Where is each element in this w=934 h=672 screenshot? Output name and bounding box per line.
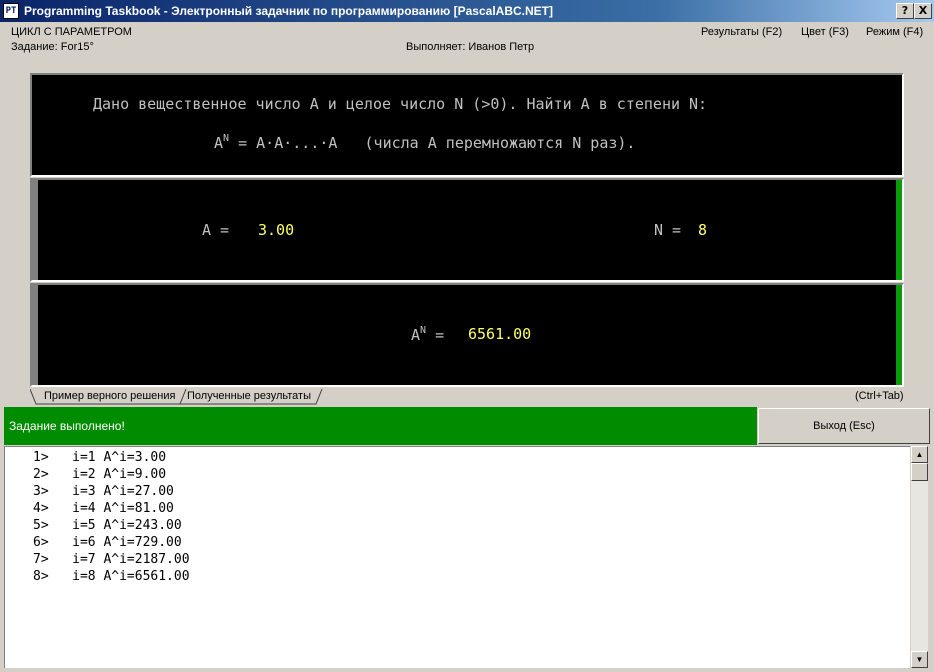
log-line: 7> i=7 A^i=2187.00 [33,552,190,567]
log-line: 6> i=6 A^i=729.00 [33,535,182,550]
menu-color[interactable]: Цвет (F3) [801,26,849,38]
log-line: 8> i=8 A^i=6561.00 [33,569,190,584]
task-name: Задание: For15° [11,41,94,53]
output-value: 6561.00 [468,325,532,343]
menu-mode[interactable]: Режим (F4) [866,26,923,38]
task-group-title: ЦИКЛ С ПАРАМЕТРОМ [11,26,132,38]
log-line: 4> i=4 A^i=81.00 [33,501,174,516]
close-button[interactable]: X [914,3,932,19]
log-line: 5> i=5 A^i=243.00 [33,518,182,533]
exit-button[interactable]: Выход (Esc) [758,408,930,444]
input-n-label: N = [654,221,682,239]
panel-right-strip [896,180,902,280]
status-message: Задание выполнено! [9,419,125,433]
panel-right-strip [896,285,902,385]
scroll-up-button[interactable]: ▲ [911,446,928,463]
tab-obtained-results[interactable]: Полученные результаты [187,389,311,404]
window-title: Programming Taskbook - Электронный задач… [24,4,553,18]
input-n-value: 8 [698,221,708,239]
panel-left-strip [32,180,38,280]
tab-correct-solution[interactable]: Пример верного решения [44,389,175,404]
performer-name: Выполняет: Иванов Петр [406,41,535,53]
input-a-label: A = [202,221,230,239]
output-label: AN = [411,325,445,344]
output-data-panel [30,283,904,387]
task-text-line2: AN = A·A·...·A (числа A перемножаются N … [214,133,636,152]
menu-results[interactable]: Результаты (F2) [701,26,782,38]
task-text-line1: Дано вещественное число A и целое число … [93,95,708,113]
log-line: 1> i=1 A^i=3.00 [33,450,167,465]
log-line: 3> i=3 A^i=27.00 [33,484,174,499]
scroll-down-button[interactable]: ▼ [911,651,928,668]
log-line: 2> i=2 A^i=9.00 [33,467,167,482]
tab-switch-shortcut: (Ctrl+Tab) [855,390,904,402]
help-button[interactable]: ? [896,3,914,19]
app-icon[interactable]: PT [3,3,19,19]
input-a-value: 3.00 [258,221,295,239]
scroll-thumb[interactable] [911,463,928,481]
panel-left-strip [32,285,38,385]
input-data-panel [30,178,904,282]
task-panel [30,73,904,177]
